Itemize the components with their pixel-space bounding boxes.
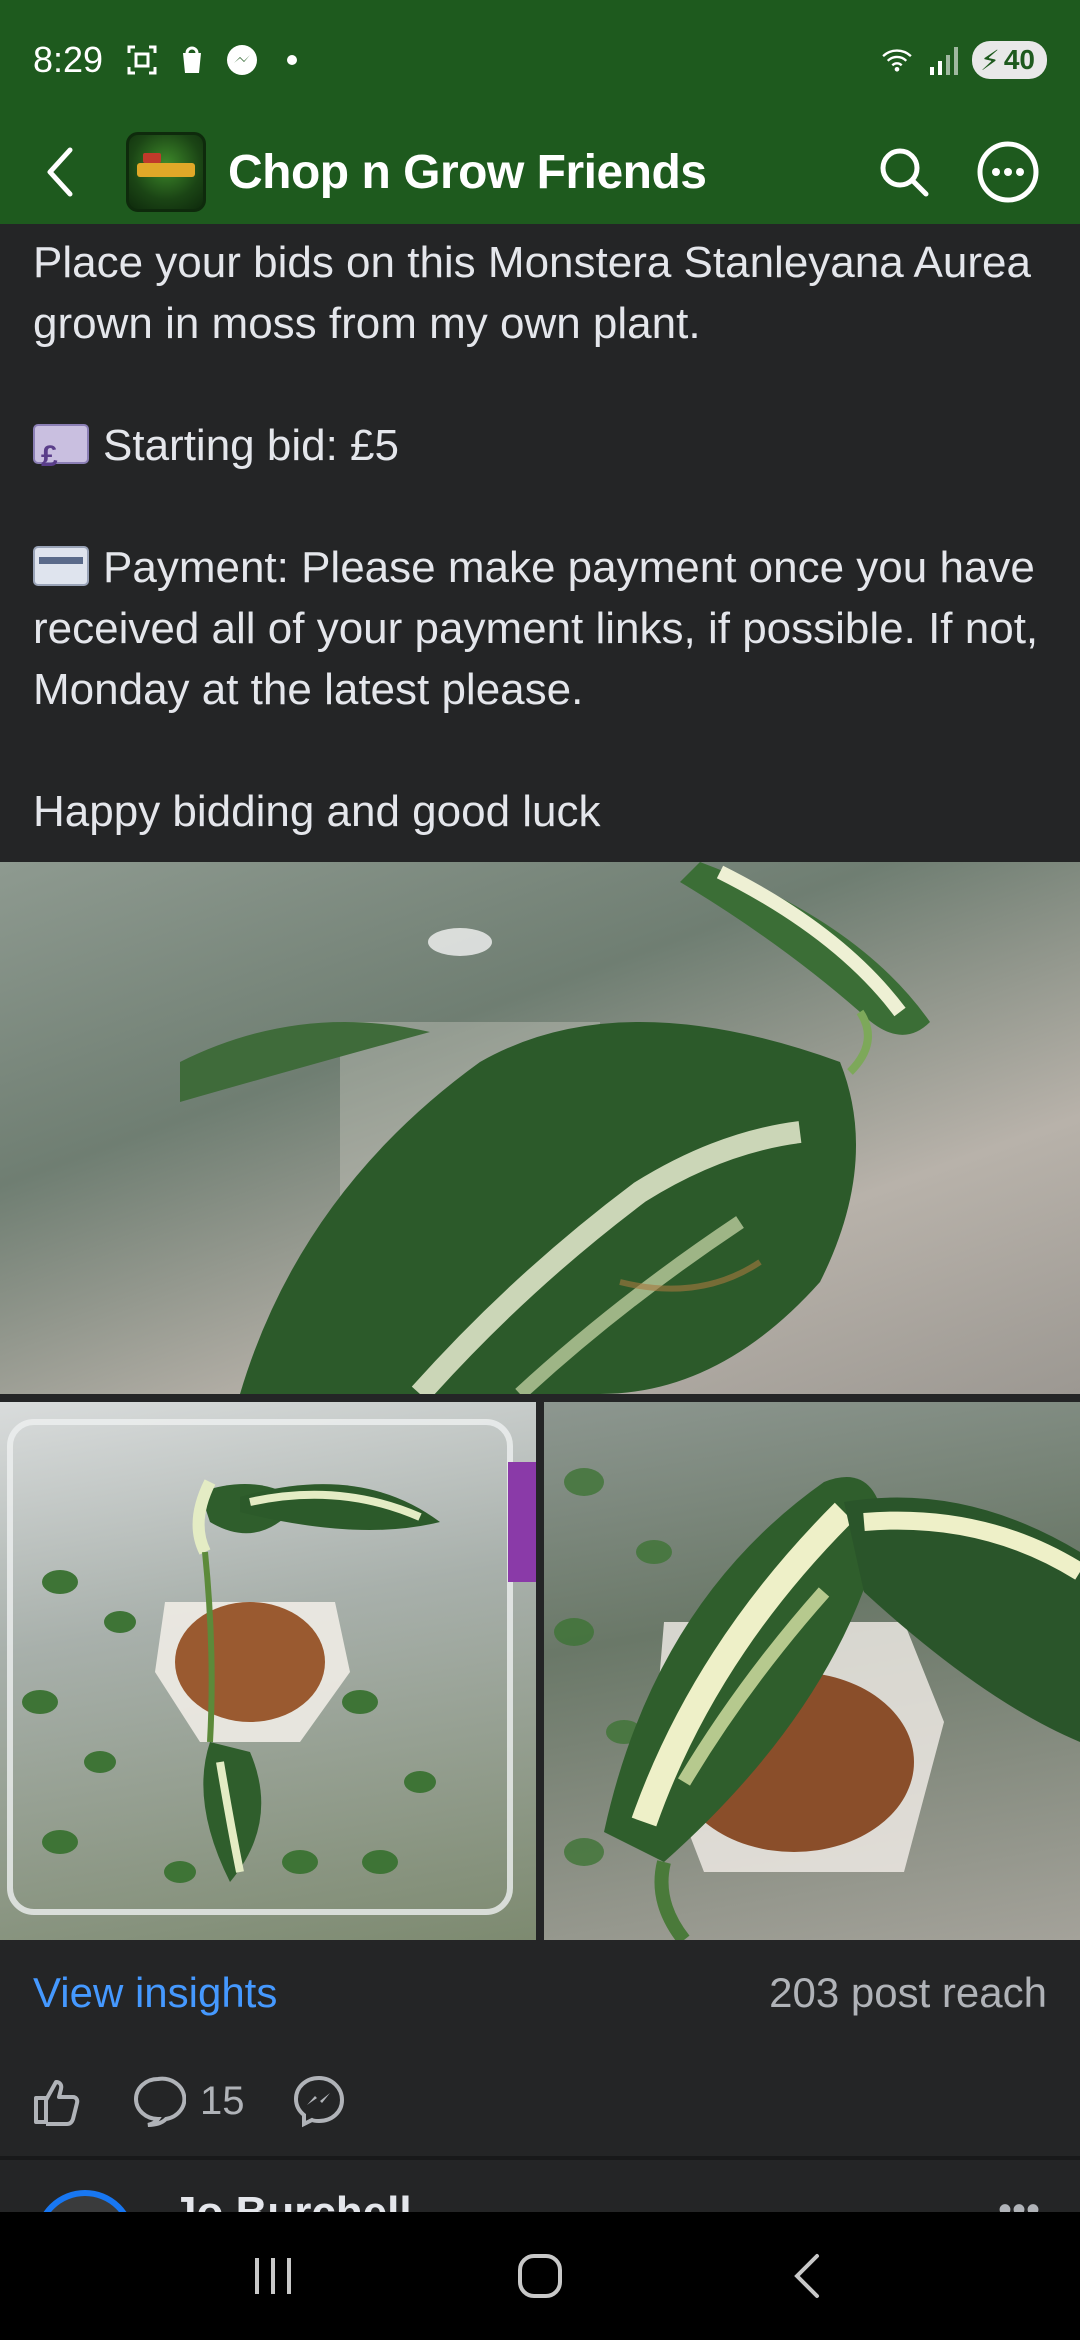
post-photo-right[interactable] — [544, 1402, 1080, 1940]
back-icon — [793, 2254, 819, 2298]
system-back-button[interactable] — [767, 2236, 847, 2316]
recent-apps-button[interactable] — [233, 2236, 313, 2316]
post-body: Place your bids on this Monstera Stanley… — [33, 232, 1053, 842]
post-paragraph: Starting bid: £5 — [33, 415, 1053, 487]
comment-count: 15 — [200, 2078, 245, 2123]
send-messenger-button[interactable] — [291, 2073, 347, 2129]
status-time: 8:29 — [33, 39, 104, 80]
view-insights-link[interactable]: View insights — [33, 1969, 277, 2017]
post-paragraph: Happy bidding and good luck — [33, 787, 601, 836]
system-nav-bar — [0, 2212, 1080, 2340]
more-options-button[interactable] — [976, 140, 1040, 204]
messenger-icon — [293, 2075, 344, 2128]
screenshot-icon — [125, 43, 159, 77]
post-reach-count: 203 post reach — [769, 1969, 1047, 2016]
recent-apps-icon — [255, 2258, 292, 2294]
signal-icon — [926, 43, 960, 77]
charging-icon: ⚡ — [980, 44, 1000, 76]
more-icon — [977, 141, 1039, 203]
money-emoji-icon — [33, 424, 89, 487]
post-paragraph: Place your bids on this Monstera Stanley… — [33, 238, 1031, 348]
plant-closeup-image — [554, 1468, 1080, 1940]
back-button[interactable] — [30, 142, 90, 202]
wifi-icon — [880, 43, 914, 77]
plant-leaf-image — [180, 862, 930, 1394]
comment-button[interactable]: 15 — [130, 2073, 245, 2129]
dot-icon — [275, 43, 309, 77]
notification-icons — [125, 43, 309, 77]
post-actions: 15 — [30, 2068, 347, 2134]
app-bar: Chop n Grow Friends — [0, 120, 1080, 224]
shop-icon — [175, 43, 209, 77]
messenger-icon — [225, 43, 259, 77]
system-icons: ⚡ 40 — [880, 41, 1047, 79]
thumbs-up-icon — [34, 2080, 80, 2126]
group-title[interactable]: Chop n Grow Friends — [228, 145, 707, 200]
home-button[interactable] — [500, 2236, 580, 2316]
post-photo-main[interactable] — [0, 862, 1080, 1394]
credit-card-emoji-icon — [33, 546, 89, 586]
group-avatar[interactable] — [126, 132, 206, 212]
next-post-author[interactable]: Jo Burchell — [172, 2188, 412, 2212]
battery-level: 40 — [1003, 44, 1035, 75]
app-bar-actions — [872, 140, 1040, 204]
search-icon — [880, 148, 929, 197]
comment-icon — [134, 2076, 186, 2127]
status-bar: 8:29 ⚡ 40 — [0, 0, 1080, 120]
back-arrow-icon — [47, 147, 73, 197]
more-icon[interactable]: ••• — [998, 2188, 1040, 2212]
battery-indicator: ⚡ 40 — [972, 41, 1047, 79]
plant-tray-image — [7, 1419, 536, 1915]
insights-row: View insights 203 post reach — [33, 1960, 1047, 2026]
search-button[interactable] — [872, 140, 936, 204]
post-photo-left[interactable] — [0, 1402, 536, 1940]
avatar[interactable] — [35, 2190, 135, 2212]
home-icon — [517, 2254, 562, 2298]
like-button[interactable] — [30, 2074, 84, 2128]
post-paragraph: Payment: Please make payment once you ha… — [33, 543, 1039, 714]
next-post-header: Jo Burchell ••• — [0, 2160, 1080, 2212]
